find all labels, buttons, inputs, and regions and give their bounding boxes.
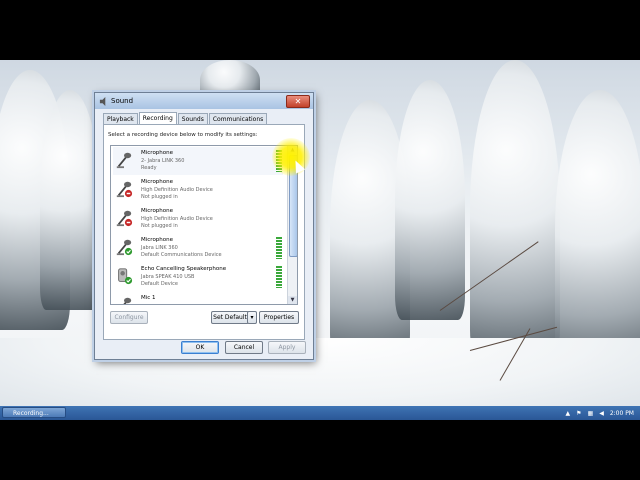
- default-status-icon: [124, 247, 133, 256]
- configure-button[interactable]: Configure: [110, 311, 148, 324]
- snowy-tree: [40, 90, 100, 310]
- device-status: Default Device: [141, 281, 178, 287]
- taskbar-item-recording[interactable]: Recording...: [2, 407, 66, 418]
- speaker-icon: [99, 96, 106, 106]
- ok-button[interactable]: OK: [181, 341, 219, 354]
- close-icon: ✕: [294, 97, 302, 106]
- snowy-tree: [555, 90, 640, 370]
- dialog-titlebar[interactable]: Sound: [95, 93, 313, 109]
- device-name: Microphone: [141, 237, 174, 243]
- taskbar: Recording... ▲ ⚑ ▦ ◀ 2:00 PM: [0, 406, 640, 420]
- flag-icon[interactable]: ⚑: [576, 410, 581, 417]
- level-meter: [276, 237, 282, 259]
- system-tray: ▲ ⚑ ▦ ◀ 2:00 PM: [560, 407, 635, 419]
- device-description: 2- Jabra LINK 360: [141, 158, 185, 164]
- tray-arrow-icon[interactable]: ▲: [566, 410, 571, 417]
- device-item[interactable]: Echo Cancelling Speakerphone Jabra SPEAK…: [113, 263, 283, 291]
- device-name: Microphone: [141, 179, 174, 185]
- sound-dialog: Sound ✕ Playback Recording Sounds Commun…: [94, 92, 314, 360]
- microphone-icon: [116, 181, 133, 198]
- default-status-icon: [124, 276, 133, 285]
- snowy-tree: [395, 80, 465, 320]
- device-description: High Definition Audio Device: [141, 187, 213, 193]
- network-icon[interactable]: ▦: [588, 410, 594, 417]
- microphone-icon: [123, 297, 132, 304]
- instruction-text: Select a recording device below to modif…: [108, 132, 258, 138]
- scroll-down-icon[interactable]: ▼: [288, 296, 297, 304]
- chevron-down-icon: ▾: [250, 314, 254, 321]
- microphone-icon: [116, 152, 132, 169]
- set-default-button[interactable]: Set Default: [211, 311, 249, 324]
- device-list[interactable]: Microphone 2- Jabra LINK 360 Ready Micro…: [110, 145, 298, 305]
- device-name: Microphone: [141, 208, 174, 214]
- cursor-highlight: [272, 138, 310, 176]
- device-item[interactable]: Microphone 2- Jabra LINK 360 Ready: [113, 147, 283, 175]
- device-item[interactable]: Mic 1: [113, 292, 283, 304]
- device-description: Jabra LINK 360: [141, 245, 178, 251]
- level-meter: [276, 266, 282, 288]
- volume-icon[interactable]: ◀: [599, 410, 604, 417]
- clock[interactable]: 2:00 PM: [610, 410, 634, 417]
- properties-button[interactable]: Properties: [259, 311, 299, 324]
- device-item[interactable]: Microphone High Definition Audio Device …: [113, 176, 283, 204]
- device-description: Jabra SPEAK 410 USB: [141, 274, 195, 280]
- device-item[interactable]: Microphone High Definition Audio Device …: [113, 205, 283, 233]
- microphone-icon: [116, 239, 133, 256]
- snowy-tree: [470, 60, 560, 360]
- set-default-dropdown[interactable]: ▾: [247, 311, 257, 324]
- device-name: Microphone: [141, 150, 174, 156]
- device-status: Not plugged in: [141, 223, 178, 229]
- microphone-icon: [116, 210, 133, 227]
- dialog-title: Sound: [111, 97, 134, 105]
- apply-button[interactable]: Apply: [268, 341, 306, 354]
- device-name: Mic 1: [141, 295, 156, 301]
- device-name: Echo Cancelling Speakerphone: [141, 266, 227, 272]
- cancel-button[interactable]: Cancel: [225, 341, 263, 354]
- device-status: Not plugged in: [141, 194, 178, 200]
- device-item[interactable]: Microphone Jabra LINK 360 Default Commun…: [113, 234, 283, 262]
- close-button[interactable]: ✕: [286, 95, 310, 108]
- device-status: Default Communications Device: [141, 252, 222, 258]
- taskbar-item-label: Recording...: [13, 410, 49, 417]
- device-description: High Definition Audio Device: [141, 216, 213, 222]
- device-status: Ready: [141, 165, 157, 171]
- speakerphone-icon: [118, 268, 133, 285]
